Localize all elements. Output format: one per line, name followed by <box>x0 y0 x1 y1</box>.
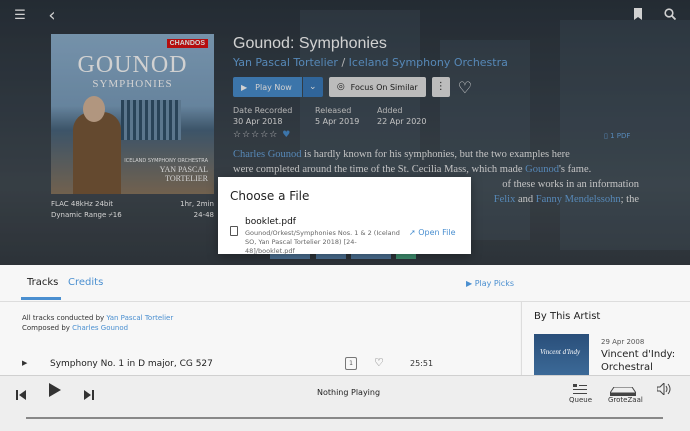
tab-bar: Tracks Credits ▶ Play Picks <box>0 265 690 302</box>
progress-bar[interactable] <box>26 417 663 419</box>
queue-label[interactable]: Queue <box>569 396 592 404</box>
file-name[interactable]: booklet.pdf <box>245 217 296 227</box>
expand-icon[interactable]: ▶ <box>22 359 27 367</box>
play-pause-icon[interactable] <box>49 382 61 401</box>
disc-number: 1 <box>345 357 357 370</box>
choose-file-dialog: Choose a File booklet.pdf Gounod/Orkest/… <box>218 177 471 255</box>
file-path: Gounod/Orkest/Symphonies Nos. 1 & 2 (Ice… <box>245 229 400 255</box>
composed-by: Composed by Charles Gounod <box>22 324 129 332</box>
composer-link[interactable]: Charles Gounod <box>72 324 128 332</box>
artist-album-thumb[interactable]: Vincent d'Indy <box>534 334 589 376</box>
zone-label[interactable]: GroteZaal <box>608 396 643 404</box>
tab-credits[interactable]: Credits <box>68 277 103 288</box>
dialog-title: Choose a File <box>230 189 310 203</box>
track-duration: 25:51 <box>410 359 434 368</box>
conductor-link[interactable]: Yan Pascal Tortelier <box>106 314 173 322</box>
track-name[interactable]: Symphony No. 1 in D major, CG 527 <box>50 359 213 369</box>
track-row[interactable]: ▶ Symphony No. 1 in D major, CG 527 1 ♡ … <box>0 356 520 376</box>
open-file-button[interactable]: ➚ Open File <box>409 228 456 237</box>
now-playing-text: Nothing Playing <box>317 388 381 397</box>
volume-icon[interactable] <box>656 380 671 399</box>
play-picks-button[interactable]: ▶ Play Picks <box>466 279 514 288</box>
play-icon: ▶ <box>466 279 473 288</box>
tracks-pane: All tracks conducted by Yan Pascal Torte… <box>0 302 520 375</box>
active-tab-indicator <box>21 297 61 300</box>
by-this-artist-pane: By This Artist Vincent d'Indy 29 Apr 200… <box>521 302 690 386</box>
tab-tracks[interactable]: Tracks <box>27 277 58 288</box>
previous-icon[interactable] <box>16 385 26 404</box>
file-icon <box>230 226 238 236</box>
next-icon[interactable] <box>84 385 94 404</box>
open-arrow-icon: ➚ <box>409 228 416 237</box>
conducted-by: All tracks conducted by Yan Pascal Torte… <box>22 314 174 322</box>
artist-album-date: 29 Apr 2008 <box>601 338 645 346</box>
player-bar: Nothing Playing Queue GroteZaal <box>0 375 690 431</box>
track-heart-icon[interactable]: ♡ <box>374 356 384 369</box>
by-artist-heading: By This Artist <box>534 311 601 322</box>
